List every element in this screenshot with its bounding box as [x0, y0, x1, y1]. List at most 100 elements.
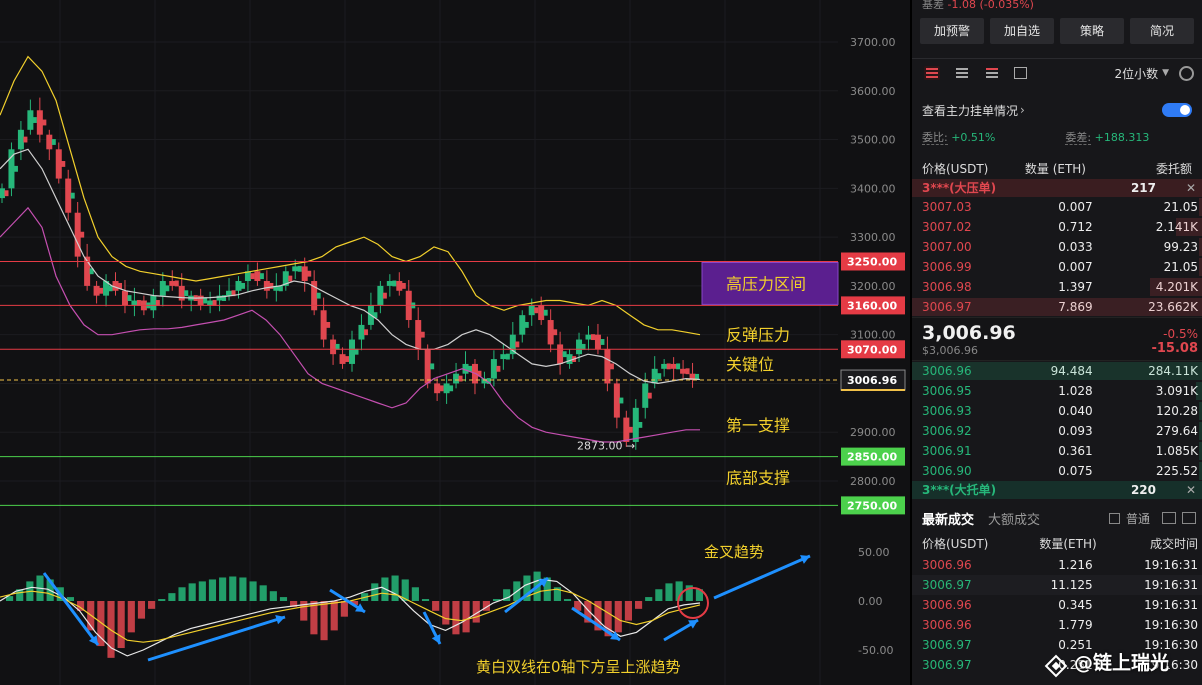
candle-body	[415, 320, 422, 350]
bid-row[interactable]: 3006.93 0.040 120.28	[912, 401, 1202, 421]
add-watchlist-button[interactable]: 加自选	[990, 18, 1054, 44]
normal-checkbox[interactable]: 普通	[1108, 510, 1150, 527]
bid-row[interactable]: 3006.90 0.075 225.52	[912, 461, 1202, 481]
bid-qty: 1.028	[1058, 384, 1093, 398]
candle-body	[604, 349, 611, 384]
chart-annotation: 关键位	[726, 355, 774, 374]
book-list-icon[interactable]	[954, 66, 970, 80]
candle-body	[226, 290, 233, 296]
chart-annotation: 高压力区间	[726, 274, 806, 293]
mid-price-block: 3,006.96 $3,006.96 -0.5% -15.08	[912, 317, 1202, 361]
ratio-row: 委比: +0.51% 委差: +188.313	[912, 123, 1202, 153]
bid-row[interactable]: 3006.92 0.093 279.64	[912, 421, 1202, 441]
checkbox-icon[interactable]	[1108, 512, 1120, 524]
macd-hist-bar	[320, 601, 328, 641]
book-col-qty[interactable]: 数量 (ETH)	[1004, 159, 1110, 179]
trade-row[interactable]: 3006.96 1.779 19:16:30	[912, 615, 1202, 635]
bid-qty: 0.040	[1058, 404, 1093, 418]
macd-hist-bar	[158, 599, 166, 601]
bid-price: 3006.93	[922, 404, 972, 418]
main-orders-toggle[interactable]	[1162, 103, 1192, 117]
candle-body	[254, 271, 261, 282]
close-icon[interactable]: ✕	[1156, 481, 1196, 499]
trade-time: 19:16:31	[1144, 558, 1198, 572]
macd-hist-bar	[655, 589, 663, 601]
trade-col-qty[interactable]: 数量(ETH)	[1009, 533, 1110, 555]
macd-hist-bar	[462, 601, 470, 633]
add-alert-button[interactable]: 加预警	[920, 18, 984, 44]
bid-price: 3006.92	[922, 424, 972, 438]
macd-hist-bar	[249, 581, 257, 601]
candle-body	[534, 307, 539, 314]
macd-hist-bar	[117, 601, 125, 649]
candle-body	[13, 165, 18, 172]
bid-amount: 120.28	[1155, 404, 1198, 418]
trade-row[interactable]: 3006.97 11.125 19:16:31	[912, 575, 1202, 595]
book-asks-icon[interactable]	[984, 66, 1000, 80]
candle-body	[528, 305, 535, 316]
macd-hist-bar	[340, 601, 348, 617]
book-both-icon[interactable]	[924, 66, 940, 80]
book-col-amount[interactable]: 委托额	[1110, 159, 1192, 179]
bid-price: 3006.91	[922, 444, 972, 458]
candle-body	[269, 282, 274, 289]
chevron-down-icon[interactable]: ▼	[1162, 68, 1169, 78]
candle-body	[61, 161, 66, 167]
ask-depth-bar	[1175, 218, 1202, 236]
expand-icon[interactable]	[1182, 512, 1196, 524]
trade-row[interactable]: 3006.96 0.345 19:16:31	[912, 595, 1202, 615]
close-icon[interactable]: ✕	[1156, 179, 1196, 197]
big-bid-row[interactable]: 3***(大托单) 220 ✕	[912, 481, 1202, 499]
ask-price: 3006.98	[922, 280, 972, 294]
book-popout-icon[interactable]	[1014, 67, 1027, 79]
y-tick-label: 3500.00	[850, 134, 896, 147]
candle-body	[320, 310, 327, 340]
candle-body	[538, 305, 545, 321]
candle-body	[632, 407, 639, 442]
bid-qty: 0.361	[1058, 444, 1093, 458]
trade-row[interactable]: 3006.96 1.216 19:16:31	[912, 555, 1202, 575]
candle-body	[676, 363, 681, 370]
candle-body	[301, 266, 308, 282]
gear-icon[interactable]	[1179, 65, 1194, 81]
bid-amount: 225.52	[1155, 464, 1198, 478]
macd-hist-bar	[432, 601, 440, 611]
candle-body	[553, 329, 558, 336]
trade-header: 价格(USDT) 数量(ETH) 成交时间	[912, 533, 1202, 555]
candle-body	[0, 188, 5, 199]
kline-chart[interactable]: 3700.00 3600.00 3500.00 3400.00 3300.00 3200.…	[0, 0, 910, 685]
candle-body	[576, 339, 583, 355]
ask-row[interactable]: 3007.02 0.712 2.141K	[912, 217, 1202, 237]
ask-depth-bar	[912, 298, 1202, 316]
candle-body	[159, 281, 166, 296]
candle-body	[505, 353, 510, 360]
bid-qty: 0.075	[1058, 464, 1093, 478]
candle-body	[27, 110, 34, 130]
tab-latest-trades[interactable]: 最新成交	[922, 509, 974, 528]
ask-row[interactable]: 3006.99 0.007 21.05	[912, 257, 1202, 277]
trade-time: 19:16:31	[1144, 598, 1198, 612]
kline-chart-svg[interactable]: 3700.00 3600.00 3500.00 3400.00 3300.00 3200.…	[0, 0, 910, 685]
candle-body	[46, 134, 53, 150]
bid-amount: 3.091K	[1155, 384, 1198, 398]
candle-body	[203, 297, 208, 304]
candle-body	[207, 300, 214, 306]
strategy-button[interactable]: 策略	[1060, 18, 1124, 44]
bid-row[interactable]: 3006.96 94.484 284.11K	[912, 361, 1202, 381]
bid-row[interactable]: 3006.95 1.028 3.091K	[912, 381, 1202, 401]
ask-row[interactable]: 3007.00 0.033 99.23	[912, 237, 1202, 257]
mid-pct: -0.5%	[1163, 327, 1198, 341]
ask-row[interactable]: 3006.98 1.397 4.201K	[912, 277, 1202, 297]
main-orders-row[interactable]: 查看主力挂单情况 ›	[912, 97, 1202, 123]
big-ask-row[interactable]: 3***(大压单) 217 ✕	[912, 179, 1202, 197]
ask-row[interactable]: 3006.97 7.869 23.662K	[912, 297, 1202, 317]
decimal-selector[interactable]: 2位小数	[1114, 65, 1158, 82]
candle-body	[453, 373, 460, 384]
overview-button[interactable]: 简况	[1130, 18, 1194, 44]
bid-row[interactable]: 3006.91 0.361 1.085K	[912, 441, 1202, 461]
filter-icon[interactable]	[1162, 512, 1176, 524]
ratio-value: +0.51%	[951, 131, 996, 144]
y-tick-label: 3400.00	[850, 182, 896, 195]
ask-row[interactable]: 3007.03 0.007 21.05	[912, 197, 1202, 217]
tab-large-trades[interactable]: 大额成交	[988, 509, 1040, 528]
